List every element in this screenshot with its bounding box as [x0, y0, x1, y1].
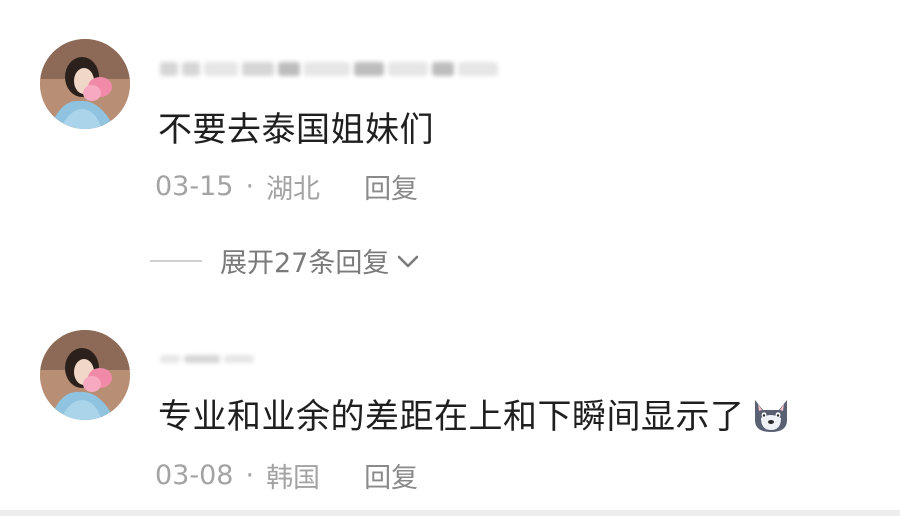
- expand-replies-label: 展开27条回复: [220, 248, 390, 279]
- comment-item: 不要去泰国姐妹们 03-15 · 湖北 回复 展开27条回复: [0, 0, 900, 300]
- username-blurred[interactable]: [160, 346, 254, 372]
- comment-text-content: 专业和业余的差距在上和下瞬间显示了: [158, 397, 745, 437]
- comment-location: 湖北: [266, 174, 321, 205]
- comment-meta: 03-15 · 湖北 回复: [155, 167, 418, 206]
- username-blurred[interactable]: [160, 56, 498, 82]
- reply-button[interactable]: 回复: [364, 167, 418, 206]
- comment-text: 不要去泰国姐妹们: [158, 110, 434, 150]
- wolf-face-emoji-icon: [749, 394, 793, 434]
- avatar[interactable]: [40, 39, 130, 129]
- meta-separator: ·: [245, 460, 255, 491]
- comment-item: 专业和业余的差距在上和下瞬间显示了 03-08 · 韩国 回复: [0, 300, 900, 516]
- reply-button[interactable]: 回复: [364, 456, 418, 495]
- chevron-down-icon: [397, 245, 419, 276]
- comment-text: 专业和业余的差距在上和下瞬间显示了: [158, 389, 793, 438]
- comment-meta: 03-08 · 韩国 回复: [155, 456, 418, 495]
- divider-dash: [150, 259, 202, 262]
- avatar[interactable]: [40, 330, 130, 420]
- expand-replies-button[interactable]: 展开27条回复: [150, 241, 419, 280]
- meta-separator: ·: [245, 171, 255, 202]
- comment-date: 03-15: [155, 171, 234, 202]
- bottom-divider: [0, 510, 900, 516]
- comment-location: 韩国: [266, 463, 321, 494]
- comment-date: 03-08: [155, 460, 234, 491]
